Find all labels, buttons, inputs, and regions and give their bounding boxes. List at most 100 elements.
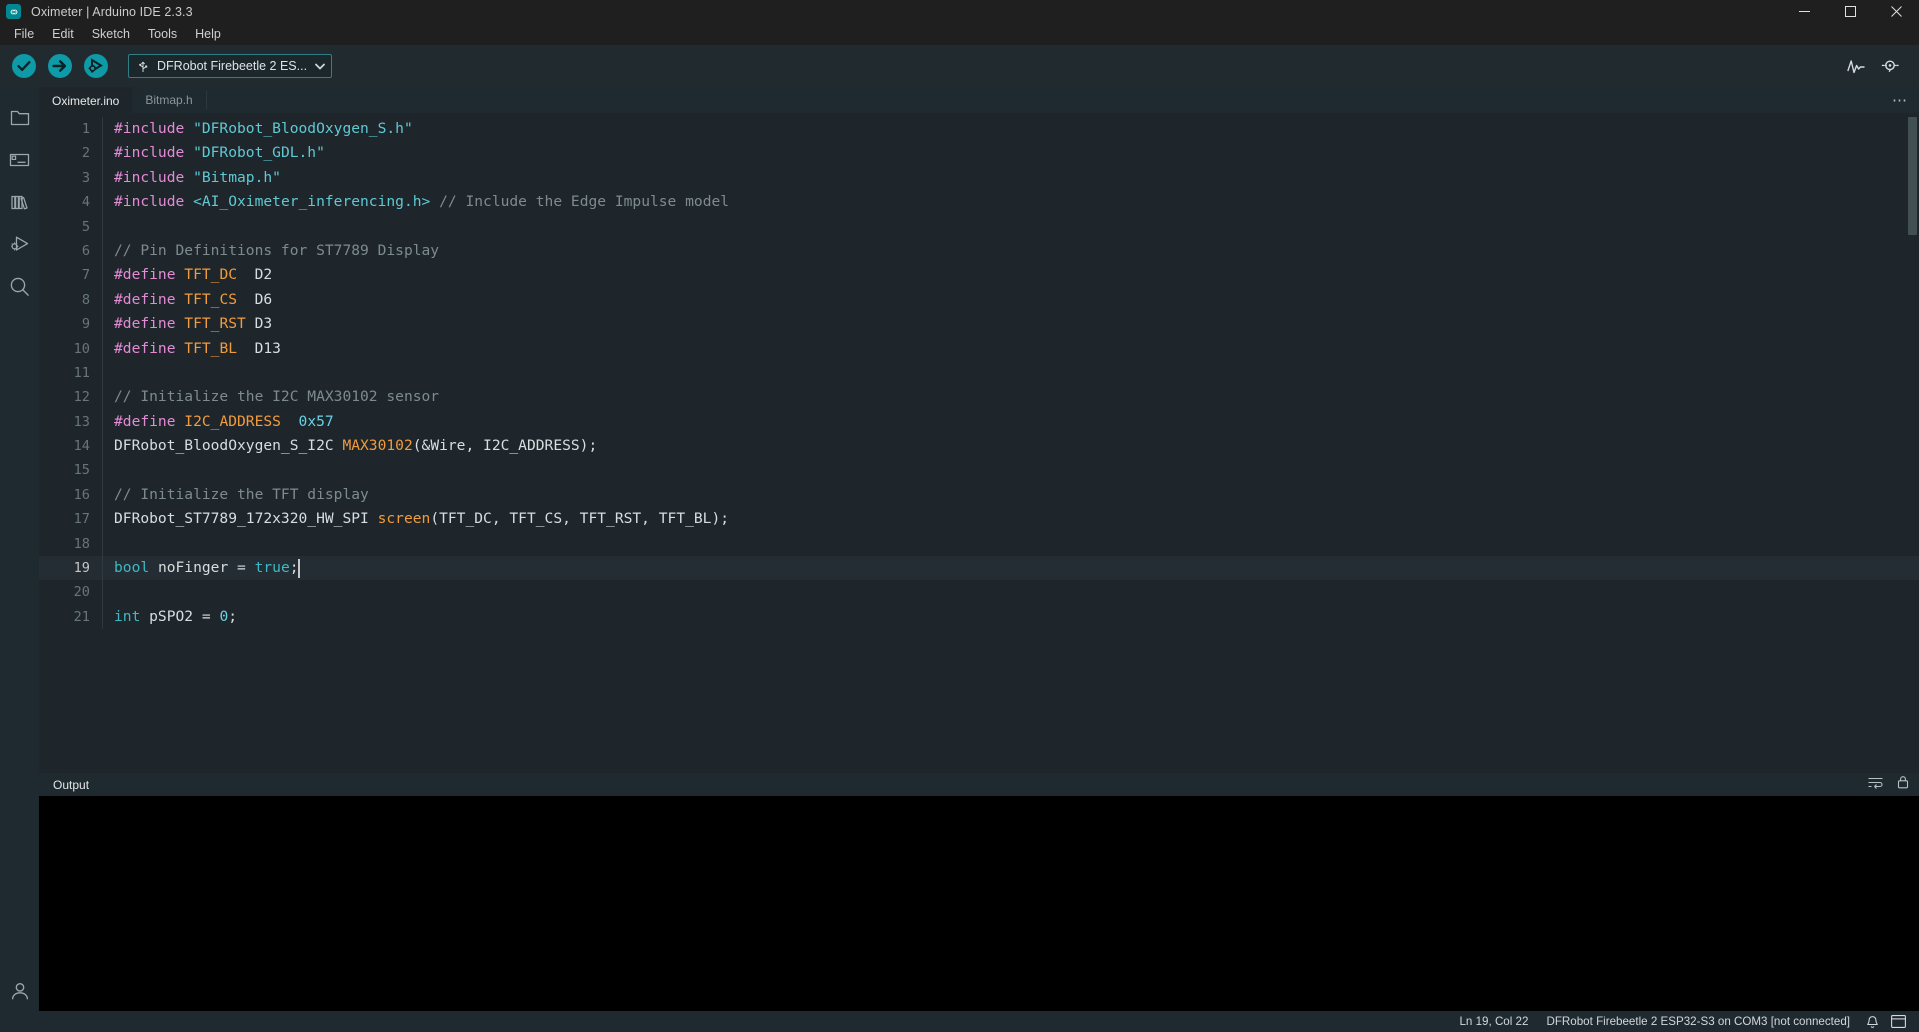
code-line[interactable]: 5 (39, 214, 1919, 239)
code-token: "DFRobot_BloodOxygen_S.h" (193, 120, 413, 137)
minimize-button[interactable] (1781, 0, 1827, 23)
code-line-text[interactable]: #define TFT_DC D2 (102, 263, 1919, 288)
board-status[interactable]: DFRobot Firebeetle 2 ESP32-S3 on COM3 [n… (1537, 1015, 1859, 1028)
code-line-text[interactable]: #define TFT_CS D6 (102, 287, 1919, 313)
code-line-text[interactable]: #define TFT_RST D3 (102, 312, 1919, 337)
menu-file[interactable]: File (5, 24, 43, 44)
code-line-text[interactable]: #define I2C_ADDRESS 0x57 (102, 409, 1919, 435)
code-line-text[interactable]: #define TFT_BL D13 (102, 336, 1919, 361)
line-number: 16 (73, 486, 90, 503)
toggle-panel-button[interactable] (1885, 1011, 1911, 1032)
window-title: Oximeter | Arduino IDE 2.3.3 (31, 4, 193, 19)
code-line-text[interactable] (102, 531, 1919, 557)
more-actions-label: ⋯ (1892, 92, 1907, 109)
code-line[interactable]: 6 // Pin Definitions for ST7789 Display (39, 238, 1919, 264)
code-line-text[interactable] (102, 360, 1919, 386)
tab-bitmap-h[interactable]: Bitmap.h (132, 87, 205, 113)
debug-button[interactable] (80, 50, 112, 82)
code-line[interactable]: 2 #include "DFRobot_GDL.h" (39, 141, 1919, 166)
code-line[interactable]: 9 #define TFT_RST D3 (39, 312, 1919, 337)
code-line-text[interactable]: DFRobot_BloodOxygen_S_I2C MAX30102(&Wire… (102, 434, 1919, 459)
debug-icon (84, 54, 108, 78)
code-line[interactable]: 13 #define I2C_ADDRESS 0x57 (39, 409, 1919, 435)
upload-button[interactable] (44, 50, 76, 82)
lock-scroll-icon (1897, 776, 1909, 789)
code-line-text[interactable] (102, 214, 1919, 239)
code-line[interactable]: 17 DFRobot_ST7789_172x320_HW_SPI screen(T… (39, 507, 1919, 532)
code-line[interactable]: 7 #define TFT_DC D2 (39, 263, 1919, 288)
verify-button[interactable] (8, 50, 40, 82)
code-line-text[interactable]: #include "DFRobot_GDL.h" (102, 141, 1919, 166)
code-line[interactable]: 8 #define TFT_CS D6 (39, 287, 1919, 313)
menu-edit[interactable]: Edit (43, 24, 83, 44)
code-editor[interactable]: 1 #include "DFRobot_BloodOxygen_S.h" 2 #inc… (39, 113, 1919, 773)
sidebar-item-search[interactable] (0, 265, 39, 307)
code-token: #include (114, 193, 194, 211)
code-line-text[interactable] (102, 580, 1919, 605)
code-token: D13 (237, 339, 281, 357)
code-line[interactable]: 21 int pSPO2 = 0; (39, 604, 1919, 630)
serial-monitor-button[interactable] (1873, 51, 1907, 81)
serial-plotter-button[interactable] (1839, 51, 1873, 81)
code-line[interactable]: 12 // Initialize the I2C MAX30102 sensor (39, 385, 1919, 410)
serial-monitor-icon (1881, 60, 1899, 73)
board-selector-dropdown[interactable]: DFRobot Firebeetle 2 ES... (128, 54, 333, 78)
menu-tools[interactable]: Tools (139, 24, 186, 44)
code-token: #define (114, 315, 185, 333)
sidebar-item-boards-manager[interactable] (0, 139, 39, 181)
maximize-button[interactable] (1827, 0, 1873, 23)
code-token: DFRobot_BloodOxygen_S_I2C (114, 437, 343, 455)
code-token: #include (114, 168, 194, 186)
code-line[interactable]: 10 #define TFT_BL D13 (39, 336, 1919, 361)
code-scroll-area[interactable]: 1 #include "DFRobot_BloodOxygen_S.h" 2 #inc… (39, 113, 1919, 773)
output-panel-content[interactable] (39, 796, 1919, 1011)
line-number: 1 (81, 121, 90, 137)
editor-scrollbar-thumb[interactable] (1908, 117, 1917, 235)
code-line-text[interactable] (102, 458, 1919, 483)
code-token: #define (114, 412, 185, 430)
code-line[interactable]: 1 #include "DFRobot_BloodOxygen_S.h" (39, 117, 1919, 142)
sidebar-item-library-manager[interactable] (0, 181, 39, 223)
code-line-text[interactable]: bool noFinger = true; (102, 556, 1919, 581)
line-number: 21 (73, 608, 90, 625)
line-number: 5 (81, 218, 90, 235)
code-line-text[interactable]: #include <AI_Oximeter_inferencing.h> // … (102, 190, 1919, 215)
board-selector-value: DFRobot Firebeetle 2 ES... (157, 59, 308, 73)
editor-more-actions[interactable]: ⋯ (1892, 87, 1919, 113)
tab-oximeter-ino[interactable]: Oximeter.ino (39, 87, 133, 113)
code-token: (TFT_DC, TFT_CS, TFT_RST, TFT_BL); (430, 510, 730, 528)
sidebar-item-debug[interactable] (0, 223, 39, 265)
close-button[interactable] (1873, 0, 1919, 23)
code-token: ; (289, 559, 299, 577)
notifications-button[interactable] (1859, 1011, 1885, 1032)
code-line[interactable]: 16 // Initialize the TFT display (39, 482, 1919, 508)
code-line-text[interactable]: int pSPO2 = 0; (102, 604, 1919, 630)
sidebar-item-sketchbook[interactable] (0, 97, 39, 139)
code-content[interactable]: 1 #include "DFRobot_BloodOxygen_S.h" 2 #inc… (39, 113, 1919, 630)
code-line[interactable]: 14 DFRobot_BloodOxygen_S_I2C MAX30102(&Wi… (39, 434, 1919, 459)
code-line-text[interactable]: // Initialize the TFT display (102, 482, 1919, 508)
code-line[interactable]: 3 #include "Bitmap.h" (39, 165, 1919, 191)
word-wrap-button[interactable] (1868, 776, 1883, 794)
code-token: D6 (237, 290, 273, 308)
code-line-text[interactable]: #include "DFRobot_BloodOxygen_S.h" (102, 117, 1919, 142)
code-line-text[interactable]: #include "Bitmap.h" (102, 165, 1919, 191)
editor-vertical-scrollbar[interactable] (1906, 113, 1919, 773)
code-line[interactable]: 15 (39, 458, 1919, 483)
main-toolbar: DFRobot Firebeetle 2 ES... (0, 45, 1919, 87)
code-line[interactable]: 4 #include <AI_Oximeter_inferencing.h> //… (39, 190, 1919, 215)
code-line[interactable]: 18 (39, 531, 1919, 557)
code-token: DFRobot_ST7789_172x320_HW_SPI (114, 510, 378, 528)
code-line[interactable]: 11 (39, 360, 1919, 386)
code-line[interactable]: 20 (39, 580, 1919, 605)
menu-help[interactable]: Help (186, 24, 230, 44)
code-line[interactable]: 19 bool noFinger = true; (39, 556, 1919, 581)
code-line-text[interactable]: DFRobot_ST7789_172x320_HW_SPI screen(TFT… (102, 507, 1919, 532)
menu-sketch[interactable]: Sketch (83, 24, 139, 44)
cursor-position-status[interactable]: Ln 19, Col 22 (1450, 1015, 1537, 1028)
code-line-text[interactable]: // Initialize the I2C MAX30102 sensor (102, 385, 1919, 410)
code-line-text[interactable]: // Pin Definitions for ST7789 Display (102, 238, 1919, 264)
account-button[interactable] (0, 970, 39, 1012)
lock-scroll-button[interactable] (1897, 775, 1909, 794)
